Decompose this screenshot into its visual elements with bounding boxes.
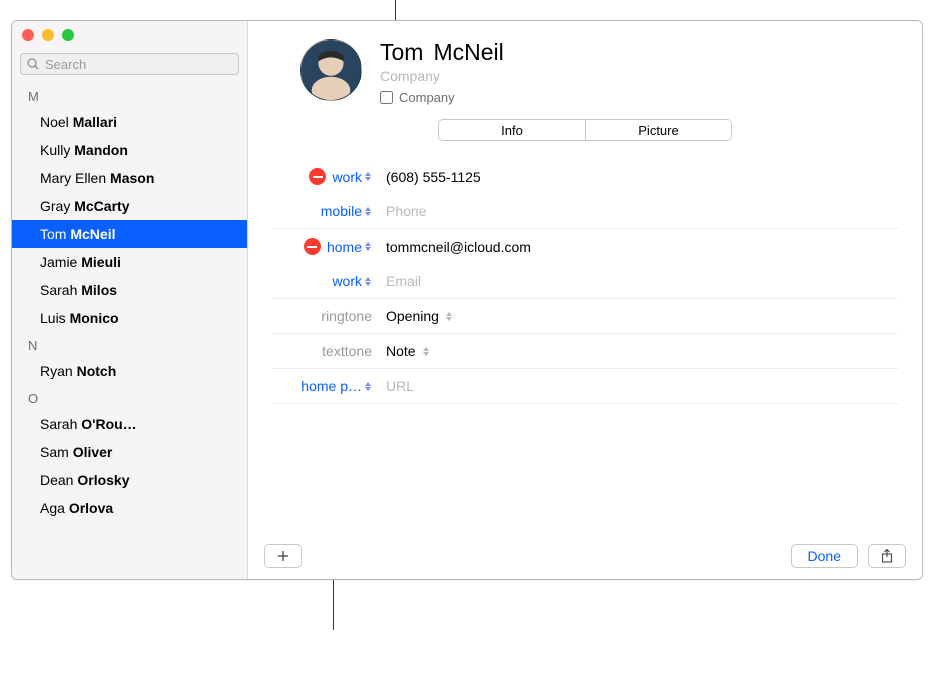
chevron-updown-icon — [364, 207, 372, 216]
contact-item[interactable]: Luis Monico — [12, 304, 247, 332]
phone-work-value[interactable]: (608) 555-1125 — [378, 169, 898, 185]
ringtone-label: ringtone — [321, 308, 372, 324]
chevron-updown-icon — [422, 347, 430, 356]
chevron-updown-icon — [364, 277, 372, 286]
homepage-label-dropdown[interactable]: home p… — [301, 378, 372, 394]
texttone-label: texttone — [322, 343, 372, 359]
phone-work-label-dropdown[interactable]: work — [332, 169, 372, 185]
contacts-window: M Noel Mallari Kully Mandon Mary Ellen M… — [11, 20, 923, 580]
contact-item[interactable]: Sam Oliver — [12, 438, 247, 466]
contact-item[interactable]: Sarah O'Rou… — [12, 410, 247, 438]
tab-switcher: Info Picture — [438, 119, 732, 141]
last-name-field[interactable]: McNeil — [433, 39, 503, 66]
contact-item[interactable]: Dean Orlosky — [12, 466, 247, 494]
section-header: O — [12, 385, 247, 410]
contact-item[interactable]: Kully Mandon — [12, 136, 247, 164]
contact-item[interactable]: Aga Orlova — [12, 494, 247, 522]
share-icon — [881, 549, 893, 563]
first-name-field[interactable]: Tom — [380, 39, 423, 66]
phone-mobile-value[interactable]: Phone — [378, 203, 898, 219]
tab-info[interactable]: Info — [439, 120, 585, 140]
search-field[interactable] — [20, 53, 239, 75]
search-input[interactable] — [43, 56, 232, 73]
close-window-button[interactable] — [22, 29, 34, 41]
zoom-window-button[interactable] — [62, 29, 74, 41]
contact-item-selected[interactable]: Tom McNeil — [12, 220, 247, 248]
contact-avatar[interactable] — [300, 39, 362, 101]
contact-item[interactable]: Gray McCarty — [12, 192, 247, 220]
contact-detail: Tom McNeil Company Company Info Picture — [248, 21, 922, 579]
contact-item[interactable]: Ryan Notch — [12, 357, 247, 385]
contact-item[interactable]: Noel Mallari — [12, 108, 247, 136]
search-icon — [27, 58, 39, 70]
company-checkbox-label: Company — [399, 90, 455, 105]
email-work-value[interactable]: Email — [378, 273, 898, 289]
chevron-updown-icon — [364, 172, 372, 181]
add-field-button[interactable] — [264, 544, 302, 568]
section-header: M — [12, 83, 247, 108]
remove-phone-work-button[interactable] — [309, 168, 326, 185]
company-checkbox-row[interactable]: Company — [380, 90, 898, 105]
contact-item[interactable]: Sarah Milos — [12, 276, 247, 304]
contacts-list[interactable]: M Noel Mallari Kully Mandon Mary Ellen M… — [12, 83, 247, 579]
contacts-sidebar: M Noel Mallari Kully Mandon Mary Ellen M… — [12, 21, 248, 579]
chevron-updown-icon — [445, 312, 453, 321]
email-home-value[interactable]: tommcneil@icloud.com — [378, 239, 898, 255]
contact-item[interactable]: Jamie Mieuli — [12, 248, 247, 276]
share-button[interactable] — [868, 544, 906, 568]
email-home-label-dropdown[interactable]: home — [327, 239, 372, 255]
homepage-value[interactable]: URL — [378, 378, 898, 394]
texttone-select[interactable]: Note — [386, 343, 430, 359]
company-field[interactable]: Company — [380, 68, 898, 84]
minimize-window-button[interactable] — [42, 29, 54, 41]
phone-mobile-label-dropdown[interactable]: mobile — [321, 203, 372, 219]
ringtone-select[interactable]: Opening — [386, 308, 453, 324]
email-work-label-dropdown[interactable]: work — [332, 273, 372, 289]
chevron-updown-icon — [364, 242, 372, 251]
done-button[interactable]: Done — [791, 544, 858, 568]
window-controls — [22, 29, 74, 41]
company-checkbox[interactable] — [380, 91, 393, 104]
tab-picture[interactable]: Picture — [585, 120, 731, 140]
plus-icon — [277, 550, 289, 562]
remove-email-home-button[interactable] — [304, 238, 321, 255]
minus-icon — [313, 176, 323, 178]
contact-item[interactable]: Mary Ellen Mason — [12, 164, 247, 192]
chevron-updown-icon — [364, 382, 372, 391]
section-header: N — [12, 332, 247, 357]
minus-icon — [307, 246, 317, 248]
